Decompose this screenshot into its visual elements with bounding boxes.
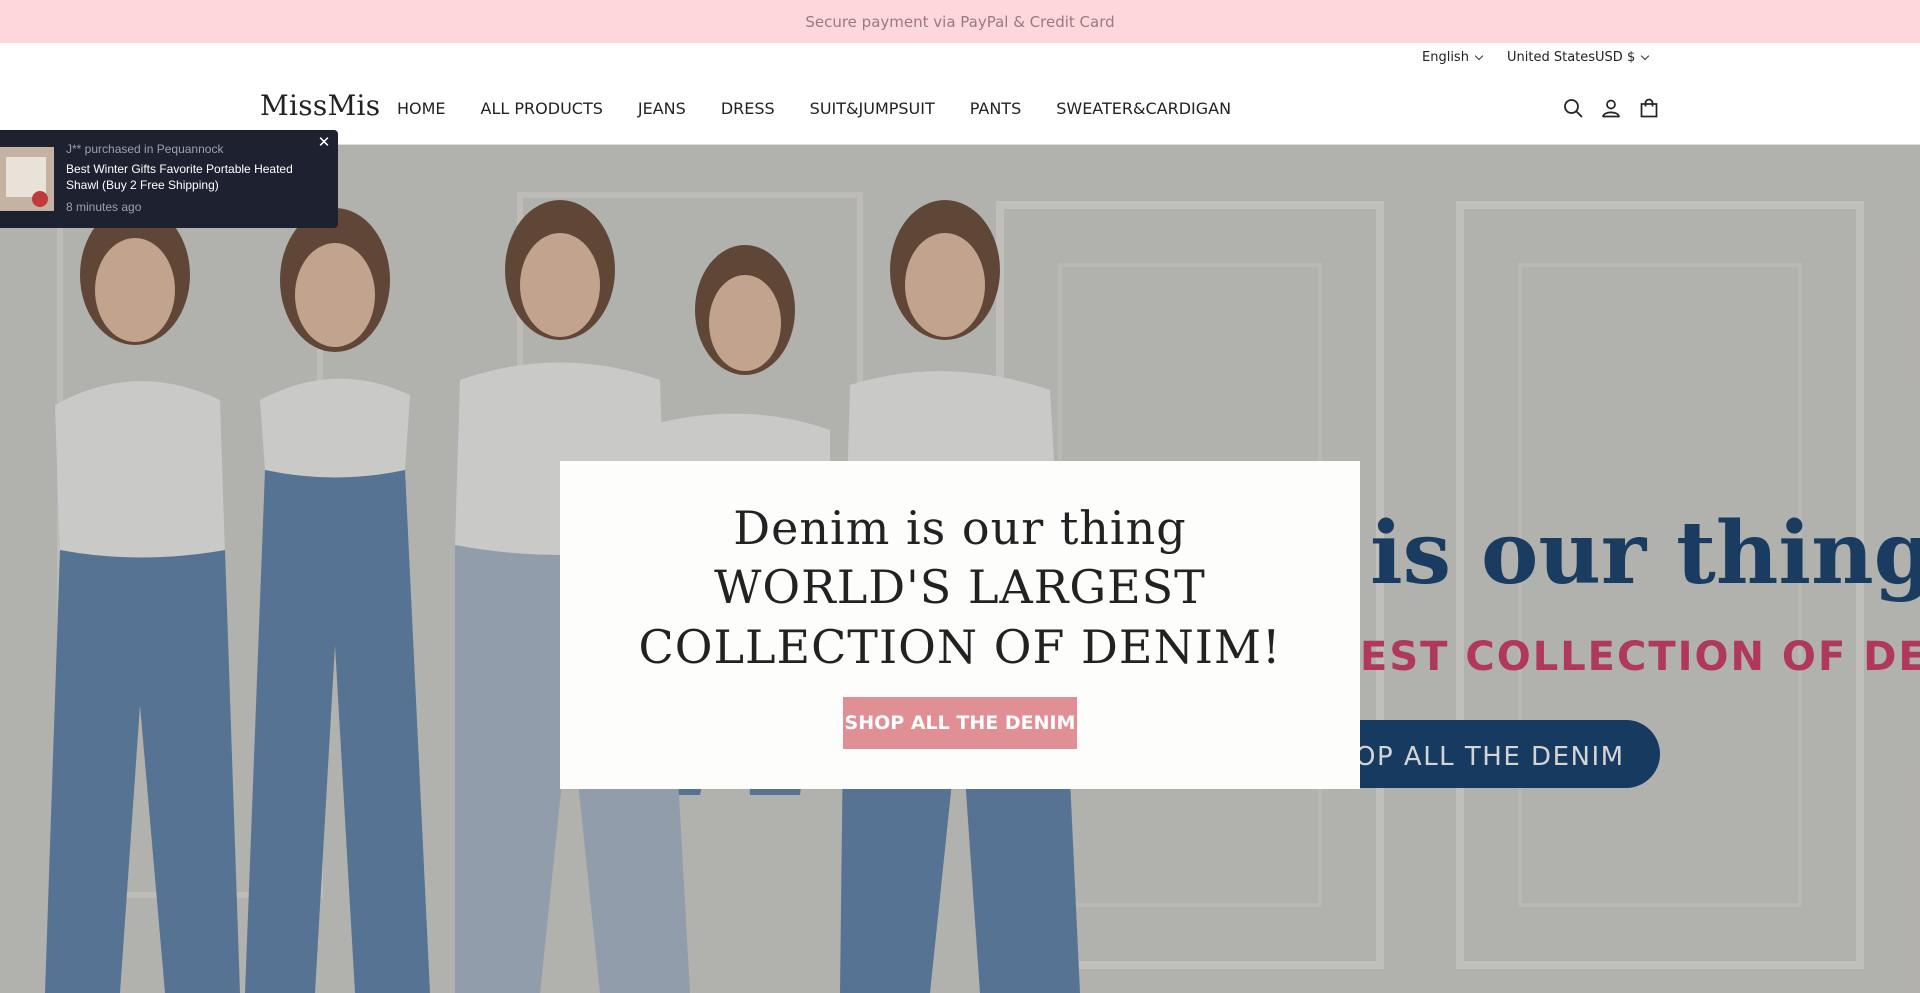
product-thumbnail <box>0 147 54 211</box>
site-logo[interactable]: MissMis <box>260 89 380 122</box>
purchase-product[interactable]: ​Best Winter Gifts ​Favorite Portable He… <box>66 161 316 193</box>
cart-icon[interactable] <box>1638 97 1660 119</box>
shop-denim-button[interactable]: SHOP ALL THE DENIM <box>843 697 1077 749</box>
currency-selector[interactable]: United States​USD $​ <box>1507 50 1650 65</box>
purchase-time: 8 minutes ago <box>66 200 142 214</box>
purchase-notification[interactable]: J** purchased in Pequannock ​Best Winter… <box>0 130 338 228</box>
nav-sweater-cardigan[interactable]: SWEATER&CARDIGAN <box>1056 99 1231 118</box>
announcement-bar: Secure payment via PayPal & Credit Card <box>0 0 1920 43</box>
nav-pants[interactable]: PANTS <box>970 99 1021 118</box>
promo-heading-line2: WORLD'S LARGEST <box>714 560 1206 614</box>
utility-bar: English United States​USD $​ <box>0 43 1920 73</box>
language-label: English <box>1422 50 1469 65</box>
header-icons <box>1562 97 1660 119</box>
language-selector[interactable]: English <box>1422 50 1484 65</box>
chevron-down-icon <box>1474 51 1484 60</box>
announcement-text: Secure payment via PayPal & Credit Card <box>805 12 1115 31</box>
nav-home[interactable]: HOME <box>397 99 446 118</box>
purchase-who: J** purchased in Pequannock <box>66 142 224 156</box>
promo-heading-line3: COLLECTION OF DENIM! <box>638 620 1282 674</box>
nav-dress[interactable]: DRESS <box>721 99 775 118</box>
search-icon[interactable] <box>1562 97 1584 119</box>
nav-jeans[interactable]: JEANS <box>638 99 686 118</box>
close-icon[interactable]: ✕ <box>316 135 332 151</box>
promo-heading-line1: Denim is our thing <box>733 501 1187 555</box>
main-nav: HOME ALL PRODUCTS JEANS DRESS SUIT&JUMPS… <box>397 99 1266 118</box>
chevron-down-icon <box>1640 51 1650 60</box>
nav-all-products[interactable]: ALL PRODUCTS <box>481 99 603 118</box>
currency-label: United States​USD $​ <box>1507 50 1636 65</box>
account-icon[interactable] <box>1600 97 1622 119</box>
promo-box: Denim is our thing WORLD'S LARGEST COLLE… <box>560 461 1360 789</box>
nav-suit-jumpsuit[interactable]: SUIT&JUMPSUIT <box>810 99 935 118</box>
